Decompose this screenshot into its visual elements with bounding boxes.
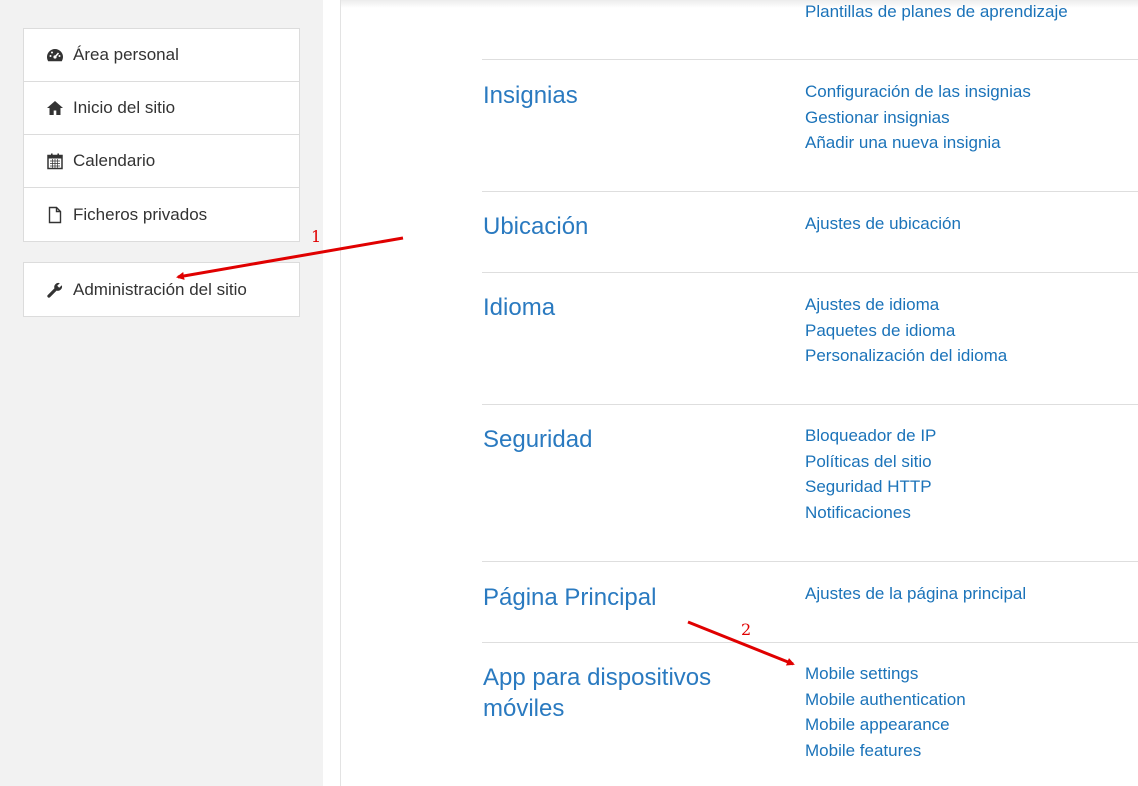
category-link[interactable]: Mobile authentication bbox=[805, 687, 1135, 713]
admin-category-list: Plantillas de planes de aprendizaje Insi… bbox=[482, 0, 1138, 786]
file-icon bbox=[46, 206, 64, 224]
category-title-app-moviles[interactable]: App para dispositivos móviles bbox=[483, 662, 783, 724]
nav-item-area-personal[interactable]: Área personal bbox=[24, 29, 299, 82]
category-link[interactable]: Personalización del idioma bbox=[805, 343, 1135, 369]
partial-links: Plantillas de planes de aprendizaje bbox=[805, 0, 1135, 25]
divider bbox=[482, 191, 1138, 192]
category-title-ubicacion[interactable]: Ubicación bbox=[483, 211, 783, 242]
category-link[interactable]: Paquetes de idioma bbox=[805, 318, 1135, 344]
nav-item-label: Ficheros privados bbox=[73, 204, 208, 224]
nav-item-inicio-del-sitio[interactable]: Inicio del sitio bbox=[24, 82, 299, 135]
category-links-app-moviles: Mobile settings Mobile authentication Mo… bbox=[805, 661, 1135, 763]
category-title-seguridad[interactable]: Seguridad bbox=[483, 424, 783, 455]
category-link[interactable]: Mobile settings bbox=[805, 661, 1135, 687]
link-plantillas-planes[interactable]: Plantillas de planes de aprendizaje bbox=[805, 0, 1135, 25]
category-title-idioma[interactable]: Idioma bbox=[483, 292, 783, 323]
admin-navigation: Administración del sitio bbox=[23, 262, 300, 317]
category-link[interactable]: Ajustes de la página principal bbox=[805, 581, 1135, 607]
category-link[interactable]: Seguridad HTTP bbox=[805, 474, 1135, 500]
category-link[interactable]: Notificaciones bbox=[805, 500, 1135, 526]
nav-item-calendario[interactable]: Calendario bbox=[24, 135, 299, 188]
nav-item-administracion-del-sitio[interactable]: Administración del sitio bbox=[24, 263, 299, 316]
nav-drawer: Área personal Inicio del sitio Calendari… bbox=[0, 0, 323, 786]
category-link[interactable]: Ajustes de ubicación bbox=[805, 211, 1135, 237]
category-link[interactable]: Configuración de las insignias bbox=[805, 79, 1135, 105]
calendar-icon bbox=[46, 152, 64, 170]
category-links-idioma: Ajustes de idioma Paquetes de idioma Per… bbox=[805, 292, 1135, 369]
wrench-icon bbox=[46, 281, 64, 299]
category-title-pagina-principal[interactable]: Página Principal bbox=[483, 582, 783, 613]
page-border bbox=[340, 0, 341, 786]
category-links-seguridad: Bloqueador de IP Políticas del sitio Seg… bbox=[805, 423, 1135, 525]
category-links-ubicacion: Ajustes de ubicación bbox=[805, 211, 1135, 237]
category-links-insignias: Configuración de las insignias Gestionar… bbox=[805, 79, 1135, 156]
divider bbox=[482, 59, 1138, 60]
divider bbox=[482, 561, 1138, 562]
dashboard-icon bbox=[46, 46, 64, 64]
category-link[interactable]: Políticas del sitio bbox=[805, 449, 1135, 475]
category-links-pagina-principal: Ajustes de la página principal bbox=[805, 581, 1135, 607]
category-link[interactable]: Ajustes de idioma bbox=[805, 292, 1135, 318]
divider bbox=[482, 404, 1138, 405]
nav-item-ficheros-privados[interactable]: Ficheros privados bbox=[24, 188, 299, 241]
divider bbox=[482, 272, 1138, 273]
nav-item-label: Inicio del sitio bbox=[73, 98, 176, 117]
category-title-insignias[interactable]: Insignias bbox=[483, 80, 783, 111]
category-link[interactable]: Bloqueador de IP bbox=[805, 423, 1135, 449]
nav-item-label: Calendario bbox=[73, 151, 156, 170]
category-link[interactable]: Añadir una nueva insignia bbox=[805, 130, 1135, 156]
main-navigation: Área personal Inicio del sitio Calendari… bbox=[23, 28, 300, 242]
category-link[interactable]: Mobile appearance bbox=[805, 712, 1135, 738]
divider bbox=[482, 642, 1138, 643]
nav-item-label: Área personal bbox=[73, 45, 179, 64]
category-link[interactable]: Gestionar insignias bbox=[805, 105, 1135, 131]
home-icon bbox=[46, 99, 64, 117]
nav-item-label: Administración del sitio bbox=[73, 279, 247, 299]
category-link[interactable]: Mobile features bbox=[805, 738, 1135, 764]
